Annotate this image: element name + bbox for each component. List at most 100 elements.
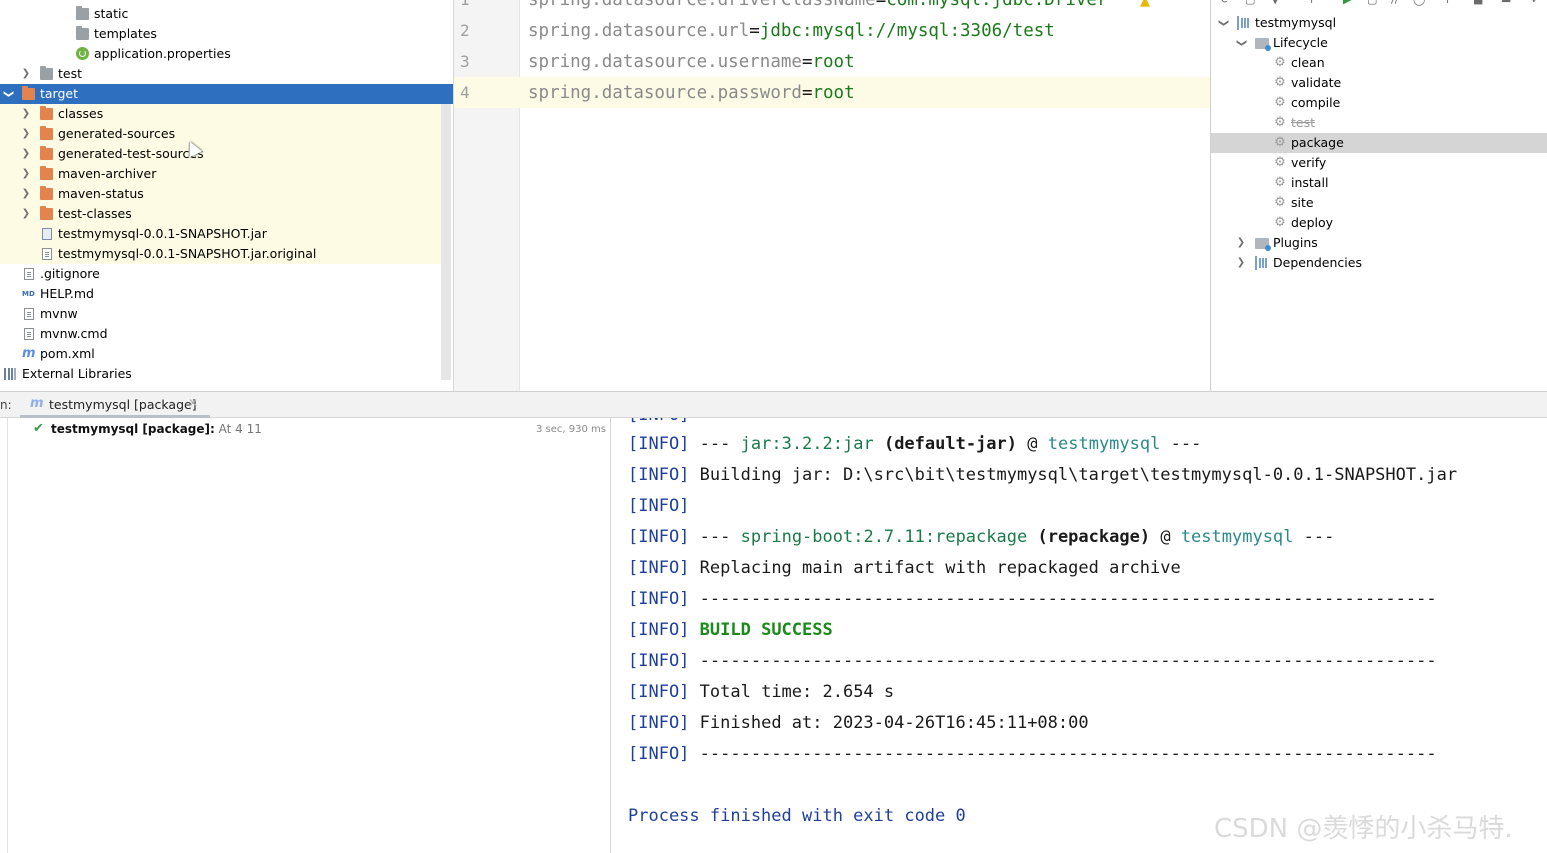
tree-item-generated-test-sources[interactable]: ❯ generated-test-sources <box>0 144 441 164</box>
chevron-down-icon[interactable]: ❯ <box>0 88 18 100</box>
console-line: [INFO] ---------------------------------… <box>628 589 1437 609</box>
gear-icon: ⚙ <box>1274 155 1286 170</box>
maven-phase-verify[interactable]: ⚙ verify <box>1211 153 1547 173</box>
spring-icon <box>76 47 89 60</box>
reload-icon[interactable]: ⟳ <box>1221 0 1231 5</box>
build-duration: 3 sec, 930 ms <box>536 424 606 435</box>
tree-item-help-md[interactable]: MD HELP.md <box>0 284 441 304</box>
folder-icon <box>40 186 53 200</box>
tree-item-pom-xml[interactable]: m pom.xml <box>0 344 441 364</box>
tree-item-gitignore[interactable]: .gitignore <box>0 264 441 284</box>
gear-icon: ⚙ <box>1274 95 1286 110</box>
chevron-right-icon[interactable]: ❯ <box>1235 233 1247 253</box>
gear-icon: ⚙ <box>1274 55 1286 70</box>
maven-project[interactable]: ❯ testmymysql <box>1211 13 1547 33</box>
tree-item-maven-status[interactable]: ❯ maven-status <box>0 184 441 204</box>
tree-item-application-properties[interactable]: application.properties <box>0 44 441 64</box>
dependencies-icon <box>1255 256 1269 270</box>
folder-icon <box>22 86 35 100</box>
tree-item-snapshot-jar-original[interactable]: testmymysql-0.0.1-SNAPSHOT.jar.original <box>0 244 441 264</box>
lifecycle-folder-icon <box>1255 38 1271 51</box>
chevron-right-icon[interactable]: ❯ <box>1235 253 1247 273</box>
maven-phase-test[interactable]: ⚙ test <box>1211 113 1547 133</box>
warning-icon[interactable]: ▲ <box>1140 0 1150 9</box>
console-line: [INFO] Replacing main artifact with repa… <box>628 558 1181 578</box>
maven-phase-site[interactable]: ⚙ site <box>1211 193 1547 213</box>
code-line[interactable]: spring.datasource.password=root <box>528 78 855 109</box>
code-editor[interactable]: 1 2 3 4 spring.datasource.driverClassNam… <box>453 0 1210 391</box>
code-line[interactable]: spring.datasource.username=root <box>528 47 855 78</box>
chevron-right-icon[interactable]: ❯ <box>20 64 32 84</box>
tree-item-test-classes[interactable]: ❯ test-classes <box>0 204 441 224</box>
tree-item-generated-sources[interactable]: ❯ generated-sources <box>0 124 441 144</box>
wrench-icon[interactable]: ✓ <box>1531 0 1541 5</box>
code-line[interactable]: spring.datasource.driverClassName=com.my… <box>528 0 1108 16</box>
chevron-right-icon[interactable]: ❯ <box>20 104 32 124</box>
gear-icon: ⚙ <box>1274 215 1286 230</box>
chevron-down-icon[interactable]: ❯ <box>1231 37 1251 49</box>
tree-item-snapshot-jar[interactable]: testmymysql-0.0.1-SNAPSHOT.jar <box>0 224 441 244</box>
chevron-right-icon[interactable]: ❯ <box>20 164 32 184</box>
download-icon[interactable]: ▼ <box>1271 0 1281 5</box>
console-line: [INFO] ---------------------------------… <box>628 651 1437 671</box>
project-scrollbar[interactable] <box>441 104 451 380</box>
console-line: [INFO] Finished at: 2023-04-26T16:45:11+… <box>628 713 1089 733</box>
markdown-icon: MD <box>22 290 35 298</box>
chevron-right-icon[interactable]: ❯ <box>20 124 32 144</box>
console-line: [INFO] --- spring-boot:2.7.11:repackage … <box>628 527 1335 547</box>
build-tree-node[interactable]: testmymysql [package]: At 4 11 <box>51 422 262 436</box>
maven-dependencies[interactable]: ❯ Dependencies <box>1211 253 1547 273</box>
show-dependencies-icon[interactable]: ■ <box>1473 0 1483 5</box>
line-number-gutter: 1 2 3 4 <box>454 0 520 391</box>
chevron-down-icon[interactable]: ❯ <box>1213 17 1233 29</box>
maven-phase-compile[interactable]: ⚙ compile <box>1211 93 1547 113</box>
gear-icon: ⚙ <box>1274 175 1286 190</box>
maven-phase-validate[interactable]: ⚙ validate <box>1211 73 1547 93</box>
tree-item-target[interactable]: ❯ target <box>0 84 453 104</box>
tree-item-static[interactable]: static <box>0 4 441 24</box>
skip-tests-icon[interactable]: // <box>1391 0 1401 5</box>
tree-item-mvnw[interactable]: mvnw <box>0 304 441 324</box>
tree-item-test[interactable]: ❯ test <box>0 64 441 84</box>
run-tab[interactable]: m testmymysql [package] ✕ <box>20 392 210 418</box>
chevron-right-icon[interactable]: ❯ <box>20 184 32 204</box>
maven-phase-install[interactable]: ⚙ install <box>1211 173 1547 193</box>
run-icon[interactable]: ▶ <box>1343 0 1353 5</box>
run-config-icon[interactable]: ▢ <box>1367 0 1377 5</box>
file-icon <box>42 248 52 260</box>
maven-icon: m <box>30 396 44 411</box>
folder-icon <box>76 6 89 20</box>
generate-sources-icon[interactable]: ▢ <box>1245 0 1255 5</box>
maven-phase-package[interactable]: ⚙ package <box>1211 133 1547 153</box>
collapse-icon[interactable]: ↑ <box>1443 0 1453 5</box>
maven-phase-clean[interactable]: ⚙ clean <box>1211 53 1547 73</box>
file-icon <box>24 308 34 320</box>
maven-tool-window: ⟳ ▢ ▼ + ▶ ▢ // ◯ ↑ ■ ▬ ✓ ❯ testmymysql ❯… <box>1210 0 1547 391</box>
tree-item-maven-archiver[interactable]: ❯ maven-archiver <box>0 164 441 184</box>
line-number: 2 <box>460 21 470 40</box>
maven-lifecycle[interactable]: ❯ Lifecycle <box>1211 33 1547 53</box>
plugins-folder-icon <box>1255 238 1271 251</box>
maven-phase-deploy[interactable]: ⚙ deploy <box>1211 213 1547 233</box>
console-output[interactable]: [INFO] [INFO] --- jar:3.2.2:jar (default… <box>612 418 1547 853</box>
console-line: [INFO] <box>628 496 690 516</box>
tree-item-templates[interactable]: templates <box>0 24 441 44</box>
chevron-right-icon[interactable]: ❯ <box>20 204 32 224</box>
chevron-right-icon[interactable]: ❯ <box>20 144 32 164</box>
console-line: [INFO] Total time: 2.654 s <box>628 682 895 702</box>
folder-icon <box>40 206 53 220</box>
code-line[interactable]: spring.datasource.url=jdbc:mysql://mysql… <box>528 16 1055 47</box>
library-icon <box>4 368 16 380</box>
maven-toolbar: ⟳ ▢ ▼ + ▶ ▢ // ◯ ↑ ■ ▬ ✓ <box>1211 0 1547 8</box>
console-line: [INFO] BUILD SUCCESS <box>628 620 833 640</box>
folder-icon <box>40 166 53 180</box>
add-icon[interactable]: + <box>1307 0 1317 5</box>
tree-item-mvnw-cmd[interactable]: mvnw.cmd <box>0 324 441 344</box>
settings-icon[interactable]: ▬ <box>1501 0 1511 5</box>
toggle-offline-icon[interactable]: ◯ <box>1413 0 1425 5</box>
tree-item-external-libraries[interactable]: External Libraries <box>0 364 441 384</box>
tree-item-classes[interactable]: ❯ classes <box>0 104 441 124</box>
maven-plugins[interactable]: ❯ Plugins <box>1211 233 1547 253</box>
folder-icon <box>40 66 53 80</box>
close-icon[interactable]: ✕ <box>188 396 198 410</box>
